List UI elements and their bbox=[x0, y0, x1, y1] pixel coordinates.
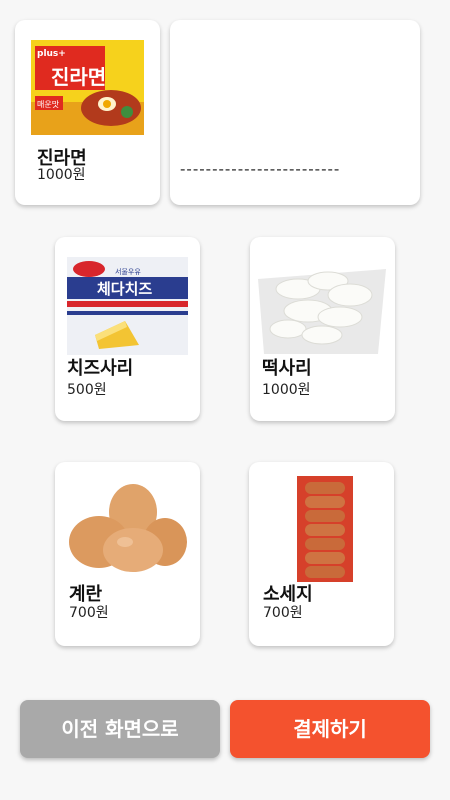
item-price: 1000원 bbox=[37, 167, 86, 183]
previous-screen-button[interactable]: 이전 화면으로 bbox=[20, 700, 220, 758]
ramen-flavor-text: 매운맛 bbox=[37, 99, 60, 109]
item-price: 700원 bbox=[69, 605, 109, 621]
ramen-brand-text: plus+ bbox=[37, 49, 66, 59]
sausage-image bbox=[297, 476, 353, 582]
order-summary-panel: ------------------------- bbox=[170, 20, 420, 205]
item-price: 1000원 bbox=[262, 382, 311, 398]
menu-card-cheese[interactable]: 서울우유 체다치즈 치즈사리 500원 bbox=[55, 237, 200, 421]
egg-image bbox=[69, 484, 187, 572]
menu-card-sausage[interactable]: 소세지 700원 bbox=[249, 462, 394, 646]
item-name: 치즈사리 bbox=[67, 358, 134, 379]
item-price: 500원 bbox=[67, 382, 107, 398]
item-name: 진라면 bbox=[37, 148, 87, 169]
menu-card-rice-cake[interactable]: 떡사리 1000원 bbox=[250, 237, 395, 421]
checkout-button[interactable]: 결제하기 bbox=[230, 700, 430, 758]
cheese-image: 서울우유 체다치즈 bbox=[67, 257, 188, 355]
order-separator: ------------------------- bbox=[180, 160, 341, 178]
item-name: 소세지 bbox=[263, 584, 313, 605]
jin-ramen-image: plus+ 진라면 매운맛 bbox=[31, 40, 144, 135]
ramen-pack-title: 진라면 bbox=[51, 65, 106, 89]
item-name: 계란 bbox=[69, 584, 103, 605]
rice-cake-image bbox=[258, 269, 386, 354]
item-name: 떡사리 bbox=[262, 358, 312, 379]
menu-card-jin-ramen[interactable]: plus+ 진라면 매운맛 진라면 1000원 bbox=[15, 20, 160, 205]
item-price: 700원 bbox=[263, 605, 303, 621]
cheese-brand-text: 서울우유 bbox=[115, 267, 141, 276]
menu-card-egg[interactable]: 계란 700원 bbox=[55, 462, 200, 646]
cheese-pack-title: 체다치즈 bbox=[97, 280, 152, 298]
